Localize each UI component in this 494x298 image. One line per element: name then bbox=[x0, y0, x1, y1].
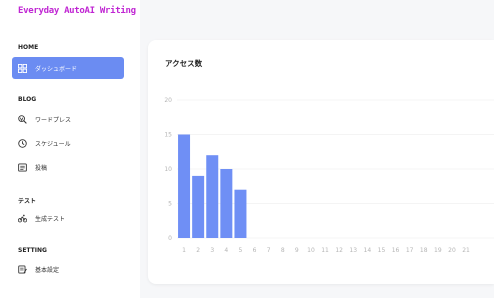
section-title-test: テスト bbox=[18, 198, 37, 205]
section-title-home: HOME bbox=[18, 44, 39, 51]
sidebar-item-schedule[interactable]: スケジュール bbox=[12, 132, 124, 154]
wordpress-icon bbox=[18, 114, 27, 124]
sidebar-item-generation-test[interactable]: 生成テスト bbox=[12, 207, 124, 229]
x-tick-label: 1 bbox=[182, 247, 186, 254]
x-tick-label: 18 bbox=[420, 247, 428, 254]
x-tick-label: 13 bbox=[349, 247, 357, 254]
access-chart-card: アクセス数 0 5 10 15 20 1 2 3 4 5 6 7 8 9 10 11 12 13 14 15 16 17 1… bbox=[148, 40, 494, 284]
bar-5[interactable] bbox=[234, 189, 247, 238]
sidebar-item-label: スケジュール bbox=[35, 140, 71, 148]
section-title-setting: SETTING bbox=[18, 247, 47, 254]
section-title-blog: BLOG bbox=[18, 96, 37, 103]
x-tick-label: 7 bbox=[267, 247, 271, 254]
bar-3[interactable] bbox=[206, 155, 219, 238]
x-tick-label: 14 bbox=[364, 247, 372, 254]
post-icon bbox=[18, 162, 27, 172]
x-tick-label: 12 bbox=[335, 247, 343, 254]
sidebar-item-posts[interactable]: 投稿 bbox=[12, 156, 124, 178]
sidebar-item-basic-settings[interactable]: 基本設定 bbox=[12, 258, 124, 280]
y-tick-label: 5 bbox=[168, 201, 172, 208]
x-tick-label: 17 bbox=[406, 247, 414, 254]
x-tick-label: 6 bbox=[253, 247, 257, 254]
x-tick-label: 15 bbox=[378, 247, 386, 254]
x-tick-label: 16 bbox=[392, 247, 400, 254]
x-tick-label: 4 bbox=[224, 247, 228, 254]
x-tick-label: 3 bbox=[210, 247, 214, 254]
sidebar-item-wordpress[interactable]: ワードプレス bbox=[12, 108, 124, 130]
x-tick-label: 9 bbox=[295, 247, 299, 254]
sidebar-item-label: 基本設定 bbox=[35, 266, 60, 274]
sidebar-item-dashboard[interactable]: ダッシュボード bbox=[12, 57, 124, 79]
bar-4[interactable] bbox=[220, 169, 233, 238]
sidebar-item-label: ダッシュボード bbox=[35, 65, 78, 73]
x-tick-label: 5 bbox=[239, 247, 243, 254]
bar-1[interactable] bbox=[178, 134, 191, 239]
x-tick-label: 21 bbox=[462, 247, 470, 254]
sidebar-item-label: ワードプレス bbox=[35, 116, 72, 124]
x-tick-label: 2 bbox=[196, 247, 200, 254]
app-logo[interactable]: Everyday AutoAI Writing bbox=[18, 6, 136, 16]
sidebar-item-label: 生成テスト bbox=[35, 215, 66, 223]
x-tick-label: 20 bbox=[448, 247, 456, 254]
access-bar-chart: 051015201 2 3 4 5 6 7 8 9 10 11 12 13 14 15 16 17 18 19 20 2… bbox=[164, 97, 494, 254]
settings-icon bbox=[18, 264, 27, 274]
y-tick-label: 15 bbox=[164, 132, 172, 139]
x-tick-label: 8 bbox=[281, 247, 285, 254]
x-tick-label: 10 bbox=[307, 247, 315, 254]
y-tick-label: 20 bbox=[164, 97, 172, 104]
y-tick-label: 10 bbox=[164, 166, 172, 173]
sidebar: Everyday AutoAI Writing HOME ダッシュボード BLO… bbox=[0, 0, 140, 298]
dashboard-icon bbox=[18, 63, 27, 73]
x-tick-label: 19 bbox=[434, 247, 442, 254]
bar-2[interactable] bbox=[192, 175, 205, 238]
x-tick-label: 11 bbox=[321, 247, 329, 254]
bike-icon bbox=[18, 214, 27, 223]
y-tick-label: 0 bbox=[168, 235, 172, 242]
sidebar-item-label: 投稿 bbox=[35, 164, 48, 172]
clock-icon bbox=[18, 138, 27, 148]
